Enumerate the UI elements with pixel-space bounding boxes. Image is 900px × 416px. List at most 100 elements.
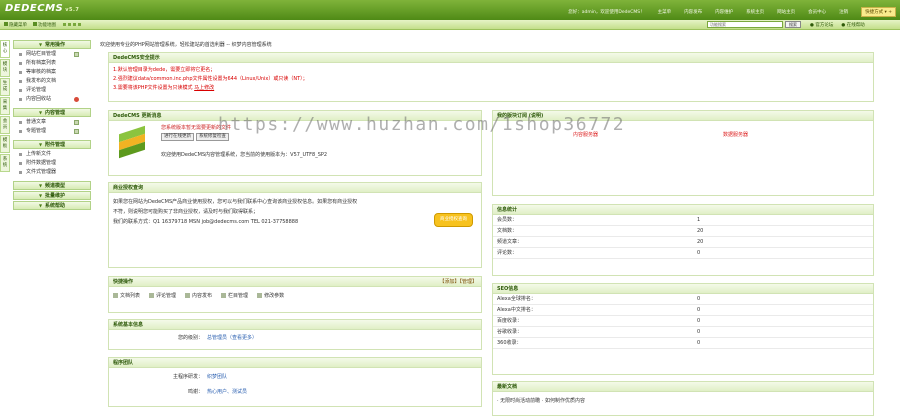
function-map-button[interactable]: 功能地图 [33,22,56,28]
add-icon [74,52,79,57]
menu-item-attach-data[interactable]: 附件数据管理 [13,159,91,168]
dedecms-logo-icon [113,124,153,159]
layout-squares-icon[interactable] [62,22,82,28]
license-contact: 我们的联系方式：Q1 16379718 MSN job@dedecms.com … [113,219,299,225]
forum-link[interactable]: ● 官方论坛 [810,22,833,28]
comment-icon [149,293,155,298]
fix-now-link[interactable]: 马上修改 [194,85,214,91]
update-panel: DedeCMS 更新消息 您系统版本暂无需要更新的文件 进行在线更新 系统修复检… [108,110,482,176]
top-nav-site[interactable]: 网站主页 [777,9,795,15]
stats-panel: 信息统计 会员数： 1 文档数： 20 频道文章： 20 评论数： 0 [492,204,874,276]
add-icon [74,129,79,134]
panel-title: 信息统计 [493,205,873,215]
top-nav-main[interactable]: 主菜单 [658,9,672,15]
quick-panel: 快捷操作 【添加】【管理】 文档列表 评论管理 内容发布 栏目管理 修改参数 [108,276,482,313]
toolbar: 隐藏菜单 功能地图 功能搜索 搜索 ● 官方论坛 ● 在线帮助 [0,20,900,30]
system-check-button[interactable]: 系统修复检查 [196,133,229,141]
left-vertical-tabs: 核心 模块 生成 采集 会员 模板 系统 [0,40,10,173]
thanks-link[interactable]: 热心用户、测试员 [207,388,247,395]
quick-category[interactable]: 栏目管理 [221,292,248,299]
gear-icon [257,293,263,298]
add-icon [74,120,79,125]
top-nav-system[interactable]: 系统主页 [746,9,764,15]
quick-settings[interactable]: 修改参数 [257,292,284,299]
subscription-panel: 我的版块订阅 (说明) 内容服务器 数据服务器 [492,110,874,196]
search-button[interactable]: 搜索 [785,21,801,28]
quick-comments[interactable]: 评论管理 [149,292,176,299]
menu-section-content[interactable]: ▼ 内容管理 [13,108,91,117]
quick-manage-links[interactable]: 【添加】【管理】 [439,277,477,287]
version-text: 欢迎使用DedeCMS内容管理系统，您当前的使用版本为：V57_UTF8_SP2 [161,152,328,158]
online-update-button[interactable]: 进行在线更新 [161,133,194,141]
menu-item-all-docs[interactable]: 所有档案列表 [13,59,91,68]
panel-title: 我的版块订阅 (说明) [493,111,873,121]
top-nav-maintain[interactable]: 内容维护 [715,9,733,15]
panel-title: 快捷操作 [113,279,134,285]
panel-title: 商业授权查询 [109,183,481,193]
left-tab-core[interactable]: 核心 [0,40,10,58]
panel-title: 程序团队 [109,358,481,368]
publish-icon [185,293,191,298]
license-query-button[interactable]: 商业授权查询 [434,213,473,227]
license-panel: 商业授权查询 如果您在网站为DedeCMS产品商业使用授权，您可以与我们联系中心… [108,182,482,268]
panel-title: 系统基本信息 [109,320,481,330]
menu-item-articles[interactable]: 普通文章 [13,118,91,127]
menu-section-common[interactable]: ▼ 常用操作 [13,40,91,49]
security-line: 1.默认管理目录为dede，需要立即将它更名； [113,67,216,73]
left-tab-collect[interactable]: 采集 [0,97,10,115]
menu-item-comments[interactable]: 评论管理 [13,86,91,95]
seo-panel: SEO信息 Alexa全球排名： 0 Alexa中文排名： 0 百度收录： 0 谷歌收… [492,283,874,375]
team-panel: 程序团队 主程序研发： 织梦团队 鸣谢： 热心用户、测试员 [108,357,482,407]
menu-item-topics[interactable]: 专题管理 [13,127,91,136]
menu-section-help[interactable]: ▼ 系统帮助 [13,201,91,210]
top-nav-member[interactable]: 会员中心 [808,9,826,15]
content-server: 内容服务器 [573,132,599,138]
menu-section-batch[interactable]: ▼ 批量维护 [13,191,91,200]
data-server: 数据服务器 [723,132,749,138]
left-tab-system[interactable]: 系统 [0,154,10,172]
security-line: 2.强烈建议data/common.inc.php文件属性设置为644（Linu… [113,76,308,82]
app-logo[interactable]: DEDECMS v5.7 [5,3,79,14]
top-nav-logout[interactable]: 注销 [839,9,848,15]
search-input[interactable]: 功能搜索 [707,21,783,28]
update-status: 您系统版本暂无需要更新的文件 [161,125,232,131]
hide-menu-button[interactable]: 隐藏菜单 [4,22,27,28]
menu-section-models[interactable]: ▼ 频道模型 [13,181,91,190]
team-link[interactable]: 织梦团队 [207,373,227,380]
top-nav-publish[interactable]: 内容发布 [684,9,702,15]
menu-item-my-docs[interactable]: 我发布的文档 [13,77,91,86]
menu-item-file-manager[interactable]: 文件式管理器 [13,168,91,177]
left-tab-generate[interactable]: 生成 [0,78,10,96]
menu-item-pending[interactable]: 等审核的档案 [13,68,91,77]
top-nav: 您好：admin，欢迎使用DedeCMS！ 主菜单 内容发布 内容维护 系统主页… [568,7,896,17]
left-tab-member[interactable]: 会员 [0,116,10,134]
left-tab-module[interactable]: 模块 [0,59,10,77]
latest-docs-panel: 最新文档 · 无限时尚活动前瞻 · 如何制作优质内容 [492,381,874,416]
latest-doc-item[interactable]: · 无限时尚活动前瞻 · 如何制作优质内容 [493,392,873,409]
license-line: 如果您在网站为DedeCMS产品商业使用授权，您可以与我们联系中心查询该商业授权… [113,199,358,205]
security-panel: DedeCMS安全提示 1.默认管理目录为dede，需要立即将它更名； 2.强烈… [108,52,874,102]
user-greeting: 您好：admin，欢迎使用DedeCMS！ [568,10,645,15]
panel-title: SEO信息 [493,284,873,294]
menu-item-category[interactable]: 网站栏目管理 [13,50,91,59]
user-level[interactable]: 总管理员（查看更多） [207,334,257,341]
license-line: 不符，则说明您可能购买了非商业授权，请及时与我们取得联系； [113,209,259,215]
help-link[interactable]: ● 在线帮助 [841,22,864,28]
folder-icon [221,293,227,298]
sysinfo-panel: 系统基本信息 您的级别： 总管理员（查看更多） [108,319,482,350]
quick-doc-list[interactable]: 文档列表 [113,292,140,299]
menu-section-attachments[interactable]: ▼ 附件管理 [13,140,91,149]
quick-button[interactable]: 快捷方式 ▾ + [861,7,896,17]
breadcrumb: 欢迎使用专业的PHP网站管理系统，轻松建站的首选利器 -- 织梦内容管理系统 [100,42,272,48]
panel-title: 最新文档 [493,382,873,392]
panel-title: DedeCMS安全提示 [109,53,873,63]
clear-icon [74,97,79,102]
doc-icon [113,293,118,298]
quick-publish[interactable]: 内容发布 [185,292,212,299]
panel-title: DedeCMS 更新消息 [109,111,481,121]
menu-item-recycle[interactable]: 内容回收站 [13,95,91,104]
menu-item-upload[interactable]: 上传新文件 [13,150,91,159]
sidebar-menu: ▼ 常用操作 网站栏目管理 所有档案列表 等审核的档案 我发布的文档 评论管理 内… [13,40,91,211]
left-tab-template[interactable]: 模板 [0,135,10,153]
top-bar: DEDECMS v5.7 您好：admin，欢迎使用DedeCMS！ 主菜单 内容… [0,0,900,20]
